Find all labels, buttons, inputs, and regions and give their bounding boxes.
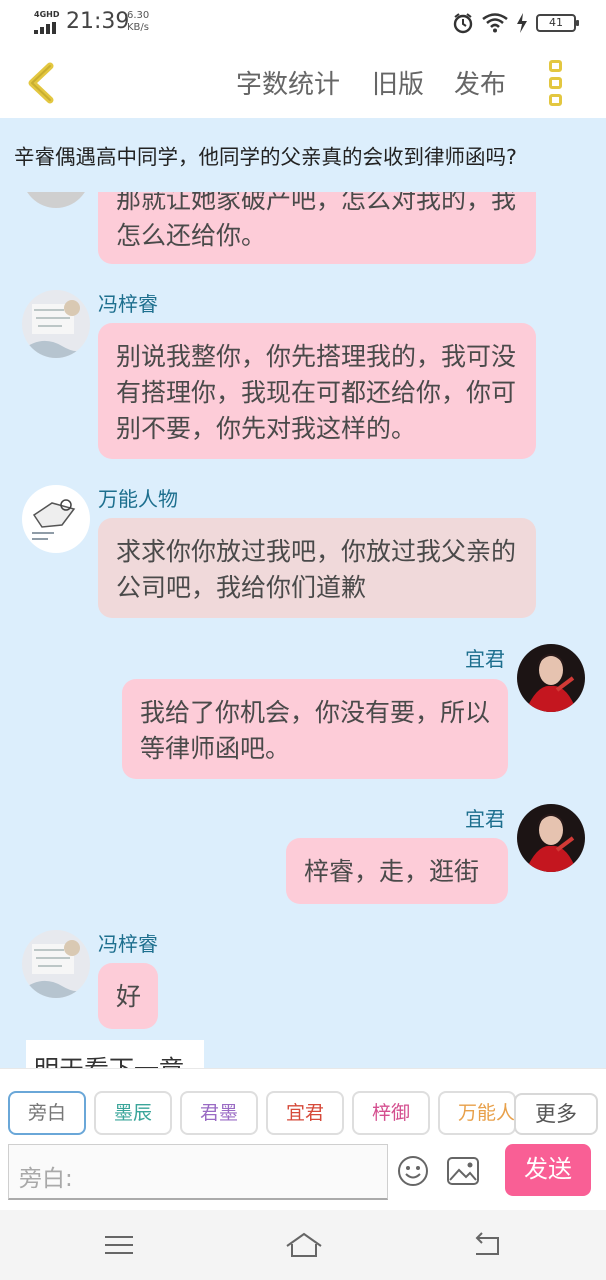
network-type: 4GHD (34, 10, 60, 19)
back-arrow-icon[interactable] (22, 60, 62, 106)
avatar-wanneng[interactable] (22, 485, 90, 553)
message-bubble[interactable]: 好 (98, 963, 158, 1029)
avatar-image (22, 290, 90, 358)
avatar-fengzirui[interactable] (22, 290, 90, 358)
avatar-image (517, 644, 585, 712)
story-title: 辛睿偶遇高中同学，他同学的父亲真的会收到律师函吗? (14, 145, 517, 169)
battery-icon: 41 (536, 14, 579, 32)
more-characters-button[interactable]: 更多 (514, 1093, 598, 1135)
message-bubble[interactable]: 别说我整你，你先搭理我的，我可没有搭理你，我现在可都还给你，你可别不要，你先对我… (98, 323, 536, 459)
publish-button[interactable]: 发布 (454, 64, 506, 101)
editor-toolbar: 字数统计 旧版 发布 (0, 50, 606, 118)
more-menu-icon[interactable] (548, 60, 566, 108)
avatar-image (517, 804, 585, 872)
charging-icon (517, 13, 527, 33)
message-bubble[interactable]: 我给了你机会，你没有要，所以等律师函吧。 (122, 679, 508, 779)
speaker-name: 万能人物 (98, 487, 178, 511)
clock: 21:39 (66, 9, 130, 34)
chat-list[interactable]: 那就让她家破产吧，怎么对我的，我怎么还给你。 冯梓睿 别说我整你，你先搭理我的，… (0, 192, 606, 1068)
menu-icon[interactable] (102, 1230, 136, 1260)
speaker-name: 宜君 (465, 807, 505, 831)
home-icon[interactable] (284, 1230, 324, 1260)
back-icon[interactable] (470, 1230, 504, 1260)
avatar-image (22, 930, 90, 998)
network-speed: 6.30 KB/s (127, 10, 150, 33)
avatar-image (22, 485, 90, 553)
word-count-button[interactable]: 字数统计 (236, 64, 340, 101)
send-button[interactable]: 发送 (505, 1144, 591, 1196)
avatar-yijun[interactable] (517, 644, 585, 712)
speaker-name: 冯梓睿 (98, 292, 158, 316)
speaker-name: 宜君 (465, 647, 505, 671)
character-chip-ziyu[interactable]: 梓御 (352, 1091, 430, 1135)
story-title-bar[interactable]: 辛睿偶遇高中同学，他同学的父亲真的会收到律师函吗? (0, 118, 606, 192)
system-nav-bar (0, 1210, 606, 1280)
avatar[interactable] (22, 192, 90, 208)
signal-icon: 4GHD (34, 10, 60, 34)
character-chip-junmo[interactable]: 君墨 (180, 1091, 258, 1135)
input-row: 旁白: 发送 (0, 1142, 606, 1210)
narration-bubble[interactable]: 明天看下一章 (26, 1040, 204, 1068)
message-bubble[interactable]: 梓睿，走，逛街 (286, 838, 508, 904)
wifi-icon (482, 13, 508, 33)
character-chip-mochen[interactable]: 墨辰 (94, 1091, 172, 1135)
alarm-icon (453, 13, 473, 34)
status-bar: 4GHD 21:39 6.30 KB/s 41 (0, 0, 606, 50)
emoji-icon[interactable] (396, 1154, 430, 1188)
character-chip-yijun[interactable]: 宜君 (266, 1091, 344, 1135)
character-chip-narrator[interactable]: 旁白 (8, 1091, 86, 1135)
character-chip-wanneng[interactable]: 万能人物 (438, 1091, 516, 1135)
message-bubble[interactable]: 求求你你放过我吧，你放过我父亲的公司吧，我给你们道歉 (98, 518, 536, 618)
image-icon[interactable] (446, 1156, 480, 1186)
old-version-button[interactable]: 旧版 (372, 64, 424, 101)
message-bubble[interactable]: 那就让她家破产吧，怎么对我的，我怎么还给你。 (98, 192, 536, 264)
speaker-name: 冯梓睿 (98, 932, 158, 956)
avatar-yijun[interactable] (517, 804, 585, 872)
message-input[interactable]: 旁白: (8, 1144, 388, 1200)
character-selector: 旁白 墨辰 君墨 宜君 梓御 万能人物 更多 (0, 1068, 606, 1142)
avatar-fengzirui[interactable] (22, 930, 90, 998)
